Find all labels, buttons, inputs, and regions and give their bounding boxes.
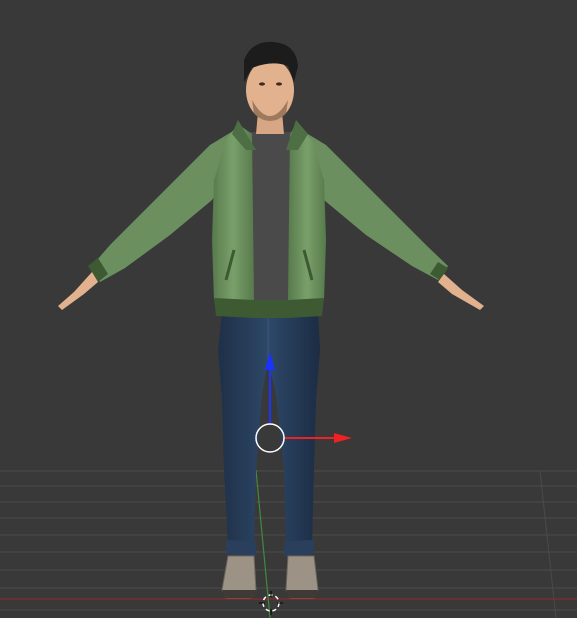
shoe-left-sole [222,590,256,598]
x-axis-arrow-head[interactable] [334,433,352,443]
hand-left [58,272,98,310]
eye-left [259,82,265,86]
jeans [218,312,320,547]
jacket-waistband [214,298,324,318]
3d-cursor-icon [259,591,283,615]
head [246,59,294,121]
y-axis-line [255,469,271,618]
circle-widget-icon[interactable] [255,423,285,453]
jeans-cuff-left [226,540,256,556]
shoe-right-sole [286,590,318,598]
jeans-cuff-right [284,540,314,556]
character-model[interactable] [58,41,484,599]
shirt [248,132,294,300]
hand-right [438,274,484,310]
eye-right [276,82,282,86]
3d-viewport[interactable] [0,0,577,618]
viewport-scene[interactable] [0,0,577,618]
